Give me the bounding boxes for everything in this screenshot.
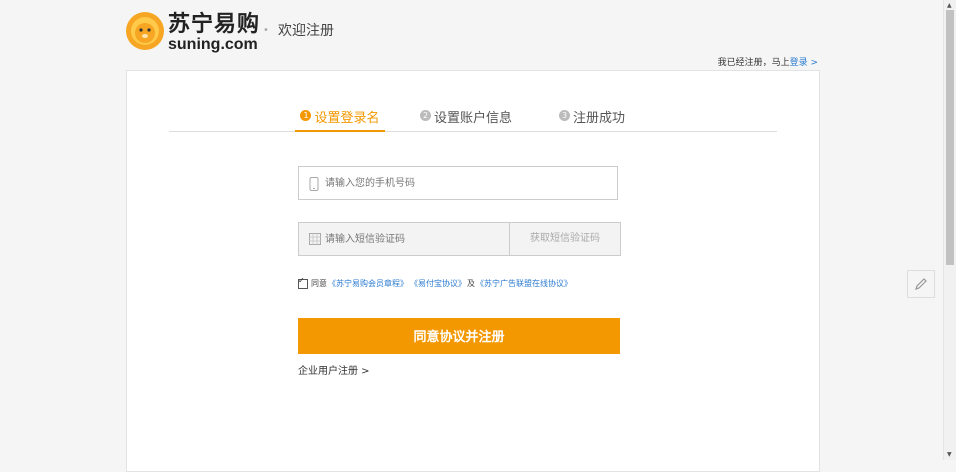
login-prompt: 我已经注册，马上登录 > [718, 55, 818, 68]
pencil-icon [915, 278, 927, 290]
dot-separator: • [263, 25, 269, 36]
lion-logo-icon [126, 12, 164, 50]
logo-text-en: suning.com [168, 36, 258, 53]
sms-code-input[interactable] [325, 223, 495, 255]
agree-register-button[interactable]: 同意协议并注册 [298, 318, 620, 354]
step-2: 2 设置账户信息 [420, 107, 512, 131]
sms-code-field[interactable] [298, 222, 510, 256]
yifubao-agreement-link[interactable]: 《易付宝协议》 [410, 278, 466, 289]
feedback-button[interactable] [907, 270, 935, 298]
step-1: 1 设置登录名 [295, 107, 385, 132]
scroll-thumb[interactable] [946, 10, 954, 265]
agree-checkbox[interactable] [298, 276, 308, 289]
step-label: 设置登录名 [314, 111, 380, 126]
logo-text-cn: 苏宁易购 [168, 12, 261, 37]
step-number: 3 [559, 110, 570, 121]
step-3: 3 注册成功 [559, 107, 625, 131]
step-label: 设置账户信息 [434, 111, 513, 126]
phone-field[interactable] [298, 166, 618, 200]
enterprise-register-link[interactable]: 企业用户注册 > [298, 362, 370, 377]
login-prompt-text: 我已经注册，马上 [717, 58, 790, 68]
keypad-icon [309, 233, 321, 245]
step-indicator: 1 设置登录名 2 设置账户信息 3 注册成功 [169, 107, 777, 132]
agree-conjunction: 及 [467, 279, 475, 288]
scroll-up-arrow[interactable]: ▲ [947, 2, 952, 9]
get-sms-code-button[interactable]: 获取短信验证码 [509, 222, 621, 256]
login-link[interactable]: 登录 > [790, 58, 818, 68]
agree-prefix: 同意 [311, 279, 327, 288]
ad-alliance-agreement-link[interactable]: 《苏宁广告联盟在线协议》 [476, 278, 572, 289]
agreement-row: 同意 《苏宁易购会员章程》 《易付宝协议》 及 《苏宁广告联盟在线协议》 [298, 276, 573, 289]
scroll-down-arrow[interactable]: ▼ [947, 451, 952, 458]
logo[interactable]: 苏宁易购 suning.com [125, 11, 265, 53]
member-charter-link[interactable]: 《苏宁易购会员章程》 [328, 278, 408, 289]
page-title: 欢迎注册 [278, 23, 334, 39]
step-number: 2 [420, 110, 431, 121]
register-panel: 1 设置登录名 2 设置账户信息 3 注册成功 获取短信验证码 同意 [126, 70, 820, 472]
scrollbar[interactable]: ▲ ▼ [943, 0, 956, 460]
mobile-phone-icon [309, 177, 319, 191]
step-label: 注册成功 [573, 111, 626, 126]
step-number: 1 [300, 110, 312, 121]
phone-input[interactable] [325, 167, 525, 199]
